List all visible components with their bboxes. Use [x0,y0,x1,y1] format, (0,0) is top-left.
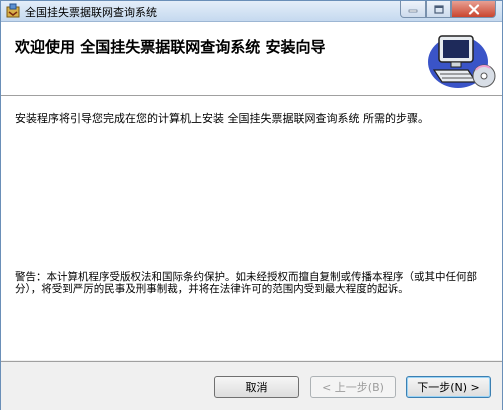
wizard-header: 欢迎使用 全国挂失票据联网查询系统 安装向导 [1,22,502,96]
computer-disc-icon [428,35,496,88]
window-title: 全国挂失票据联网查询系统 [25,6,157,19]
installer-window: 全国挂失票据联网查询系统 欢迎使用 全国挂失票据联网查询系统 安装向导 安装程序… [0,0,503,410]
minimize-button[interactable] [400,1,426,18]
copyright-warning: 警告：本计算机程序受版权法和国际条约保护。如未经授权而擅自复制或传播本程序（或其… [15,271,477,295]
header-title: 欢迎使用 全国挂失票据联网查询系统 安装向导 [15,38,326,56]
next-button[interactable]: 下一步(N) > [406,376,491,398]
cancel-button[interactable]: 取消 [214,376,299,398]
close-button[interactable] [451,1,496,18]
intro-text: 安装程序将引导您完成在您的计算机上安装 全国挂失票据联网查询系统 所需的步骤。 [15,112,429,125]
installer-icon [6,3,20,18]
maximize-icon [433,4,444,14]
button-bar: 取消 < 上一步(B) 下一步(N) > [1,361,502,410]
title-bar[interactable]: 全国挂失票据联网查询系统 [1,1,502,22]
back-button[interactable]: < 上一步(B) [310,376,396,398]
wizard-content: 安装程序将引导您完成在您的计算机上安装 全国挂失票据联网查询系统 所需的步骤。 … [1,96,502,360]
maximize-button[interactable] [426,1,451,18]
close-icon [468,3,479,15]
minimize-icon [408,9,418,13]
